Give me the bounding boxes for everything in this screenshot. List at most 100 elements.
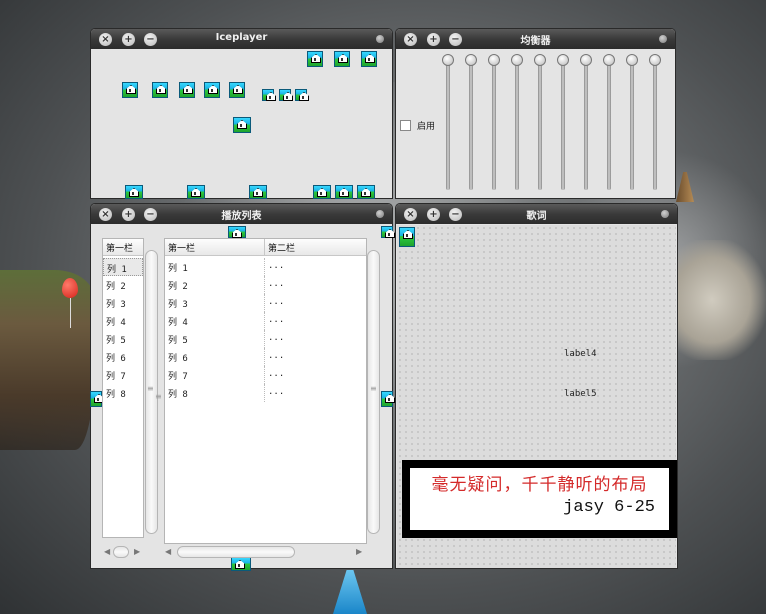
equalizer-band-track[interactable] <box>538 60 542 190</box>
list-item[interactable]: 列 5 <box>103 330 143 348</box>
list-grip-icon[interactable]: ≡ <box>147 384 154 393</box>
equalizer-band-knob[interactable] <box>649 54 661 66</box>
house-icon[interactable] <box>262 89 274 101</box>
table-row[interactable]: 列 5... <box>165 330 366 348</box>
list-item-label: 列 3 <box>106 300 126 310</box>
house-icon[interactable] <box>231 557 251 571</box>
table-row[interactable]: 列 4... <box>165 312 366 330</box>
column-separator[interactable] <box>264 239 265 256</box>
house-icon[interactable] <box>307 51 323 67</box>
splitter-grip-icon[interactable]: ≡ <box>155 392 162 401</box>
table-row[interactable]: 列 2... <box>165 276 366 294</box>
house-icon[interactable] <box>228 226 246 238</box>
house-icon[interactable] <box>90 391 102 407</box>
house-icon[interactable] <box>381 226 393 238</box>
list-item[interactable]: 列 2 <box>103 276 143 294</box>
scroll-left-icon[interactable]: ◀ <box>165 547 171 556</box>
equalizer-band-track[interactable] <box>446 60 450 190</box>
house-icon[interactable] <box>313 185 331 199</box>
table-cell: ... <box>268 369 285 379</box>
list-item-label: 列 2 <box>106 282 126 292</box>
equalizer-enable-checkbox[interactable] <box>400 120 411 131</box>
playlist-titlebar[interactable]: × + − 播放列表 <box>91 204 392 224</box>
scroll-left-icon[interactable]: ◀ <box>104 547 110 556</box>
list-item[interactable]: 列 7 <box>103 366 143 384</box>
annotation-note: 毫无疑问，千千静听的布局 jasy 6-25 <box>402 460 677 538</box>
house-icon[interactable] <box>122 82 138 98</box>
table-row[interactable]: 列 7... <box>165 366 366 384</box>
equalizer-band-knob[interactable] <box>534 54 546 66</box>
equalizer-titlebar[interactable]: × + − 均衡器 <box>396 29 675 49</box>
equalizer-band-knob[interactable] <box>603 54 615 66</box>
table-cell: 列 8 <box>168 390 188 400</box>
column-header-2[interactable]: 第二栏 <box>268 241 295 254</box>
equalizer-band-knob[interactable] <box>580 54 592 66</box>
equalizer-band-track[interactable] <box>630 60 634 190</box>
menu-dot-icon[interactable] <box>376 35 384 43</box>
house-icon[interactable] <box>295 89 307 101</box>
list-item[interactable]: 列 6 <box>103 348 143 366</box>
table-row[interactable]: 列 1... <box>165 258 366 276</box>
list-item-label: 列 8 <box>106 390 126 400</box>
house-icon[interactable] <box>361 51 377 67</box>
equalizer-band-track[interactable] <box>584 60 588 190</box>
equalizer-band-track[interactable] <box>469 60 473 190</box>
house-icon[interactable] <box>357 185 375 199</box>
house-icon[interactable] <box>204 82 220 98</box>
house-icon[interactable] <box>152 82 168 98</box>
scroll-right-icon[interactable]: ▶ <box>356 547 362 556</box>
house-icon[interactable] <box>229 82 245 98</box>
list-item[interactable]: 列 1 <box>103 258 143 276</box>
playlist-list-header[interactable]: 第一栏 <box>103 239 143 256</box>
song-grip-icon[interactable]: ≡ <box>370 384 377 393</box>
table-row[interactable]: 列 6... <box>165 348 366 366</box>
house-icon[interactable] <box>179 82 195 98</box>
equalizer-band-knob[interactable] <box>465 54 477 66</box>
column-divider <box>264 366 265 384</box>
house-icon[interactable] <box>233 117 251 133</box>
playlist-list-hscroll[interactable] <box>113 546 129 558</box>
table-cell: 列 6 <box>168 354 188 364</box>
playlist-song-header[interactable]: 第一栏 第二栏 <box>165 239 366 256</box>
lyrics-label-4: label4 <box>564 349 597 359</box>
list-item[interactable]: 列 3 <box>103 294 143 312</box>
house-icon[interactable] <box>334 51 350 67</box>
playlist-list-panel[interactable]: 第一栏 列 1 列 2 列 3 列 4 列 5 列 6 列 7 列 8 <box>102 238 144 538</box>
menu-dot-icon[interactable] <box>659 35 667 43</box>
background-floating-island <box>0 270 95 450</box>
playlist-song-panel[interactable]: 第一栏 第二栏 列 1... 列 2... 列 3... 列 4... 列 5... 列 … <box>164 238 367 544</box>
house-icon[interactable] <box>125 185 143 199</box>
table-row[interactable]: 列 3... <box>165 294 366 312</box>
equalizer-band-knob[interactable] <box>442 54 454 66</box>
house-icon[interactable] <box>399 227 415 247</box>
house-icon[interactable] <box>249 185 267 199</box>
column-header-1[interactable]: 第一栏 <box>168 241 195 254</box>
equalizer-band-knob[interactable] <box>557 54 569 66</box>
table-row[interactable]: 列 8... <box>165 384 366 402</box>
menu-dot-icon[interactable] <box>376 210 384 218</box>
house-icon[interactable] <box>279 89 291 101</box>
equalizer-band-track[interactable] <box>653 60 657 190</box>
column-header[interactable]: 第一栏 <box>106 241 133 254</box>
equalizer-band-knob[interactable] <box>488 54 500 66</box>
house-icon[interactable] <box>381 391 393 407</box>
lyrics-titlebar[interactable]: × + − 歌词 <box>396 204 677 224</box>
scroll-right-icon[interactable]: ▶ <box>134 547 140 556</box>
house-icon[interactable] <box>335 185 353 199</box>
equalizer-band-track[interactable] <box>561 60 565 190</box>
house-icon[interactable] <box>187 185 205 199</box>
list-item[interactable]: 列 4 <box>103 312 143 330</box>
equalizer-band-track[interactable] <box>492 60 496 190</box>
list-item[interactable]: 列 8 <box>103 384 143 402</box>
table-cell: 列 7 <box>168 372 188 382</box>
table-cell: ... <box>268 387 285 397</box>
annotation-note-line2: jasy 6-25 <box>563 498 655 517</box>
equalizer-band-track[interactable] <box>607 60 611 190</box>
equalizer-band-knob[interactable] <box>626 54 638 66</box>
annotation-note-inner: 毫无疑问，千千静听的布局 jasy 6-25 <box>410 468 669 530</box>
playlist-song-hscroll[interactable] <box>177 546 295 558</box>
equalizer-band-knob[interactable] <box>511 54 523 66</box>
player-titlebar[interactable]: × + − Iceplayer <box>91 29 392 49</box>
equalizer-band-track[interactable] <box>515 60 519 190</box>
menu-dot-icon[interactable] <box>661 210 669 218</box>
